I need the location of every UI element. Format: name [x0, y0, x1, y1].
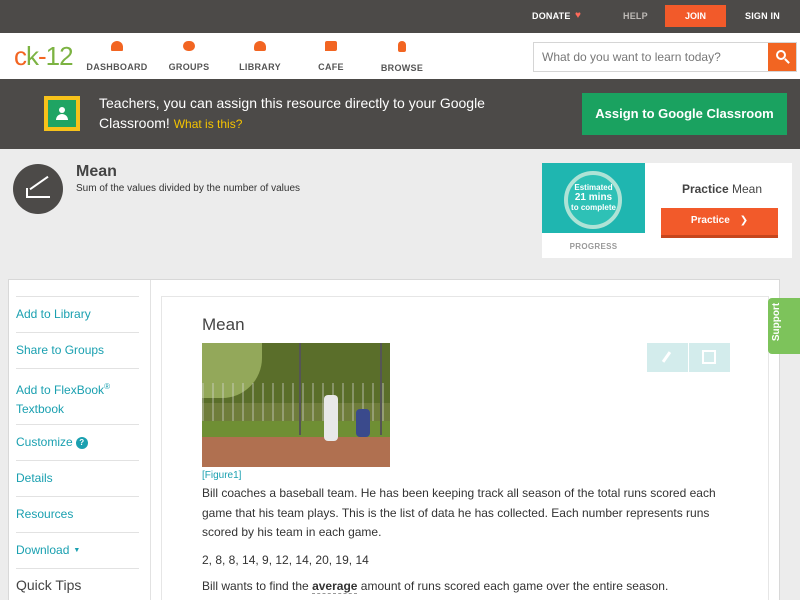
support-tab[interactable]: Support: [768, 298, 800, 354]
progress-label: PROGRESS: [569, 242, 618, 251]
nav-dashboard[interactable]: DASHBOARD: [82, 41, 152, 75]
glossary-term-average[interactable]: average: [312, 579, 358, 594]
search-bar: [533, 42, 797, 72]
donate-link[interactable]: DONATE: [532, 11, 571, 21]
article-paragraph: Bill coaches a baseball team. He has bee…: [202, 486, 716, 539]
article-card: Mean [Figure1] Bill coaches a baseball t…: [161, 296, 769, 600]
annotation-toolbar: [647, 343, 730, 372]
progress-ring: Estimated 21 mins to complete: [542, 163, 645, 233]
notes-icon[interactable]: [702, 350, 716, 364]
sign-in-link[interactable]: SIGN IN: [745, 11, 780, 21]
dashboard-icon: [111, 41, 123, 51]
sidebar: Add to Library Share to Groups Add to Fl…: [9, 280, 151, 600]
sidebar-item-share-to-groups[interactable]: Share to Groups: [16, 332, 139, 360]
nav-groups[interactable]: GROUPS: [154, 41, 224, 75]
cafe-chat-icon: [325, 41, 337, 51]
banner-message: Teachers, you can assign this resource d…: [99, 95, 485, 131]
google-classroom-banner: Teachers, you can assign this resource d…: [0, 79, 800, 149]
chevron-right-icon: ❯: [739, 215, 749, 226]
main-navbar: ck-12 DASHBOARD GROUPS LIBRARY CAFE BROW…: [0, 33, 800, 79]
article-title: Mean: [202, 315, 245, 334]
search-input[interactable]: [534, 43, 768, 71]
concept-subtitle: Sum of the values divided by the number …: [76, 183, 301, 194]
ck12-logo[interactable]: ck-12: [14, 41, 74, 72]
concept-chart-icon: [13, 164, 63, 214]
lightbulb-icon: [398, 41, 406, 52]
banner-text: Teachers, you can assign this resource d…: [99, 93, 539, 134]
sidebar-item-download[interactable]: Download ▼: [16, 532, 139, 560]
sidebar-item-resources[interactable]: Resources: [16, 496, 139, 524]
nav-browse[interactable]: BROWSE: [367, 41, 437, 76]
pencil-icon[interactable]: [661, 351, 672, 363]
practice-button[interactable]: Practice ❯: [661, 208, 778, 238]
top-utility-bar: DONATE ♥ HELP JOIN SIGN IN: [0, 0, 800, 33]
practice-title: Practice Mean: [681, 182, 763, 196]
google-classroom-icon: [44, 96, 80, 131]
join-button[interactable]: JOIN: [665, 5, 726, 27]
nav-cafe[interactable]: CAFE: [296, 41, 366, 75]
nav-cafe-label: CAFE: [318, 62, 344, 72]
nav-groups-label: GROUPS: [168, 62, 210, 72]
library-icon: [254, 41, 266, 51]
article-paragraph: Bill wants to find the average amount of…: [202, 579, 669, 594]
nav-browse-label: BROWSE: [380, 63, 424, 73]
groups-icon: [183, 41, 195, 51]
sidebar-item-add-to-library[interactable]: Add to Library: [16, 296, 139, 324]
heart-icon: ♥: [575, 10, 581, 21]
sidebar-item-add-to-flexbook[interactable]: Add to FlexBook® Textbook: [16, 368, 139, 419]
search-button[interactable]: [768, 43, 796, 71]
baseball-photo: [202, 343, 390, 467]
assign-to-google-classroom-button[interactable]: Assign to Google Classroom: [582, 93, 787, 135]
quick-tips-heading: Quick Tips: [16, 577, 82, 593]
caret-down-icon: ▼: [73, 547, 81, 554]
concept-title: Mean: [76, 163, 117, 180]
sidebar-item-customize[interactable]: Customize?: [16, 424, 139, 452]
sidebar-item-details[interactable]: Details: [16, 460, 139, 488]
data-list: 2, 8, 8, 14, 9, 12, 14, 20, 19, 14: [202, 553, 369, 567]
what-is-this-link[interactable]: What is this?: [174, 117, 243, 131]
nav-dashboard-label: DASHBOARD: [86, 62, 148, 72]
nav-library[interactable]: LIBRARY: [225, 41, 295, 75]
nav-library-label: LIBRARY: [239, 62, 281, 72]
figure-caption[interactable]: [Figure1]: [202, 470, 241, 481]
help-icon[interactable]: ?: [75, 437, 88, 449]
practice-card: Estimated 21 mins to complete PROGRESS P…: [542, 163, 792, 258]
help-link[interactable]: HELP: [623, 11, 648, 21]
